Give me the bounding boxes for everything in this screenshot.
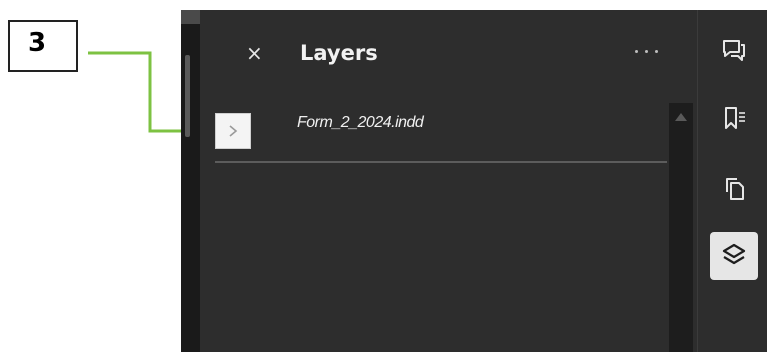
more-horizontal-icon[interactable] [632,44,662,58]
copy-pages-icon [726,178,744,200]
layer-name[interactable]: Form_2_2024.indd [297,114,424,132]
comment-icon [723,40,745,61]
left-panel-strip [181,10,200,352]
bookmark-list-icon [725,107,745,129]
panel-title: Layers [300,41,378,65]
left-scrollbar-thumb[interactable] [185,55,190,137]
close-icon[interactable]: × [246,43,263,63]
comments-tool-button[interactable] [710,26,758,74]
layers-icon [722,243,746,265]
left-strip-cap [181,10,200,24]
panel-scrollbar[interactable] [669,103,693,352]
layer-divider [215,161,667,163]
pages-tool-button[interactable] [710,164,758,212]
bookmarks-tool-button[interactable] [710,94,758,142]
scroll-up-icon[interactable] [675,113,687,121]
layers-panel: × Layers Form_2_2024.indd [200,10,697,352]
layer-expand-button[interactable] [215,113,251,149]
chevron-right-icon [229,125,238,137]
layers-tool-button[interactable] [710,232,758,280]
right-toolbar [697,10,767,352]
